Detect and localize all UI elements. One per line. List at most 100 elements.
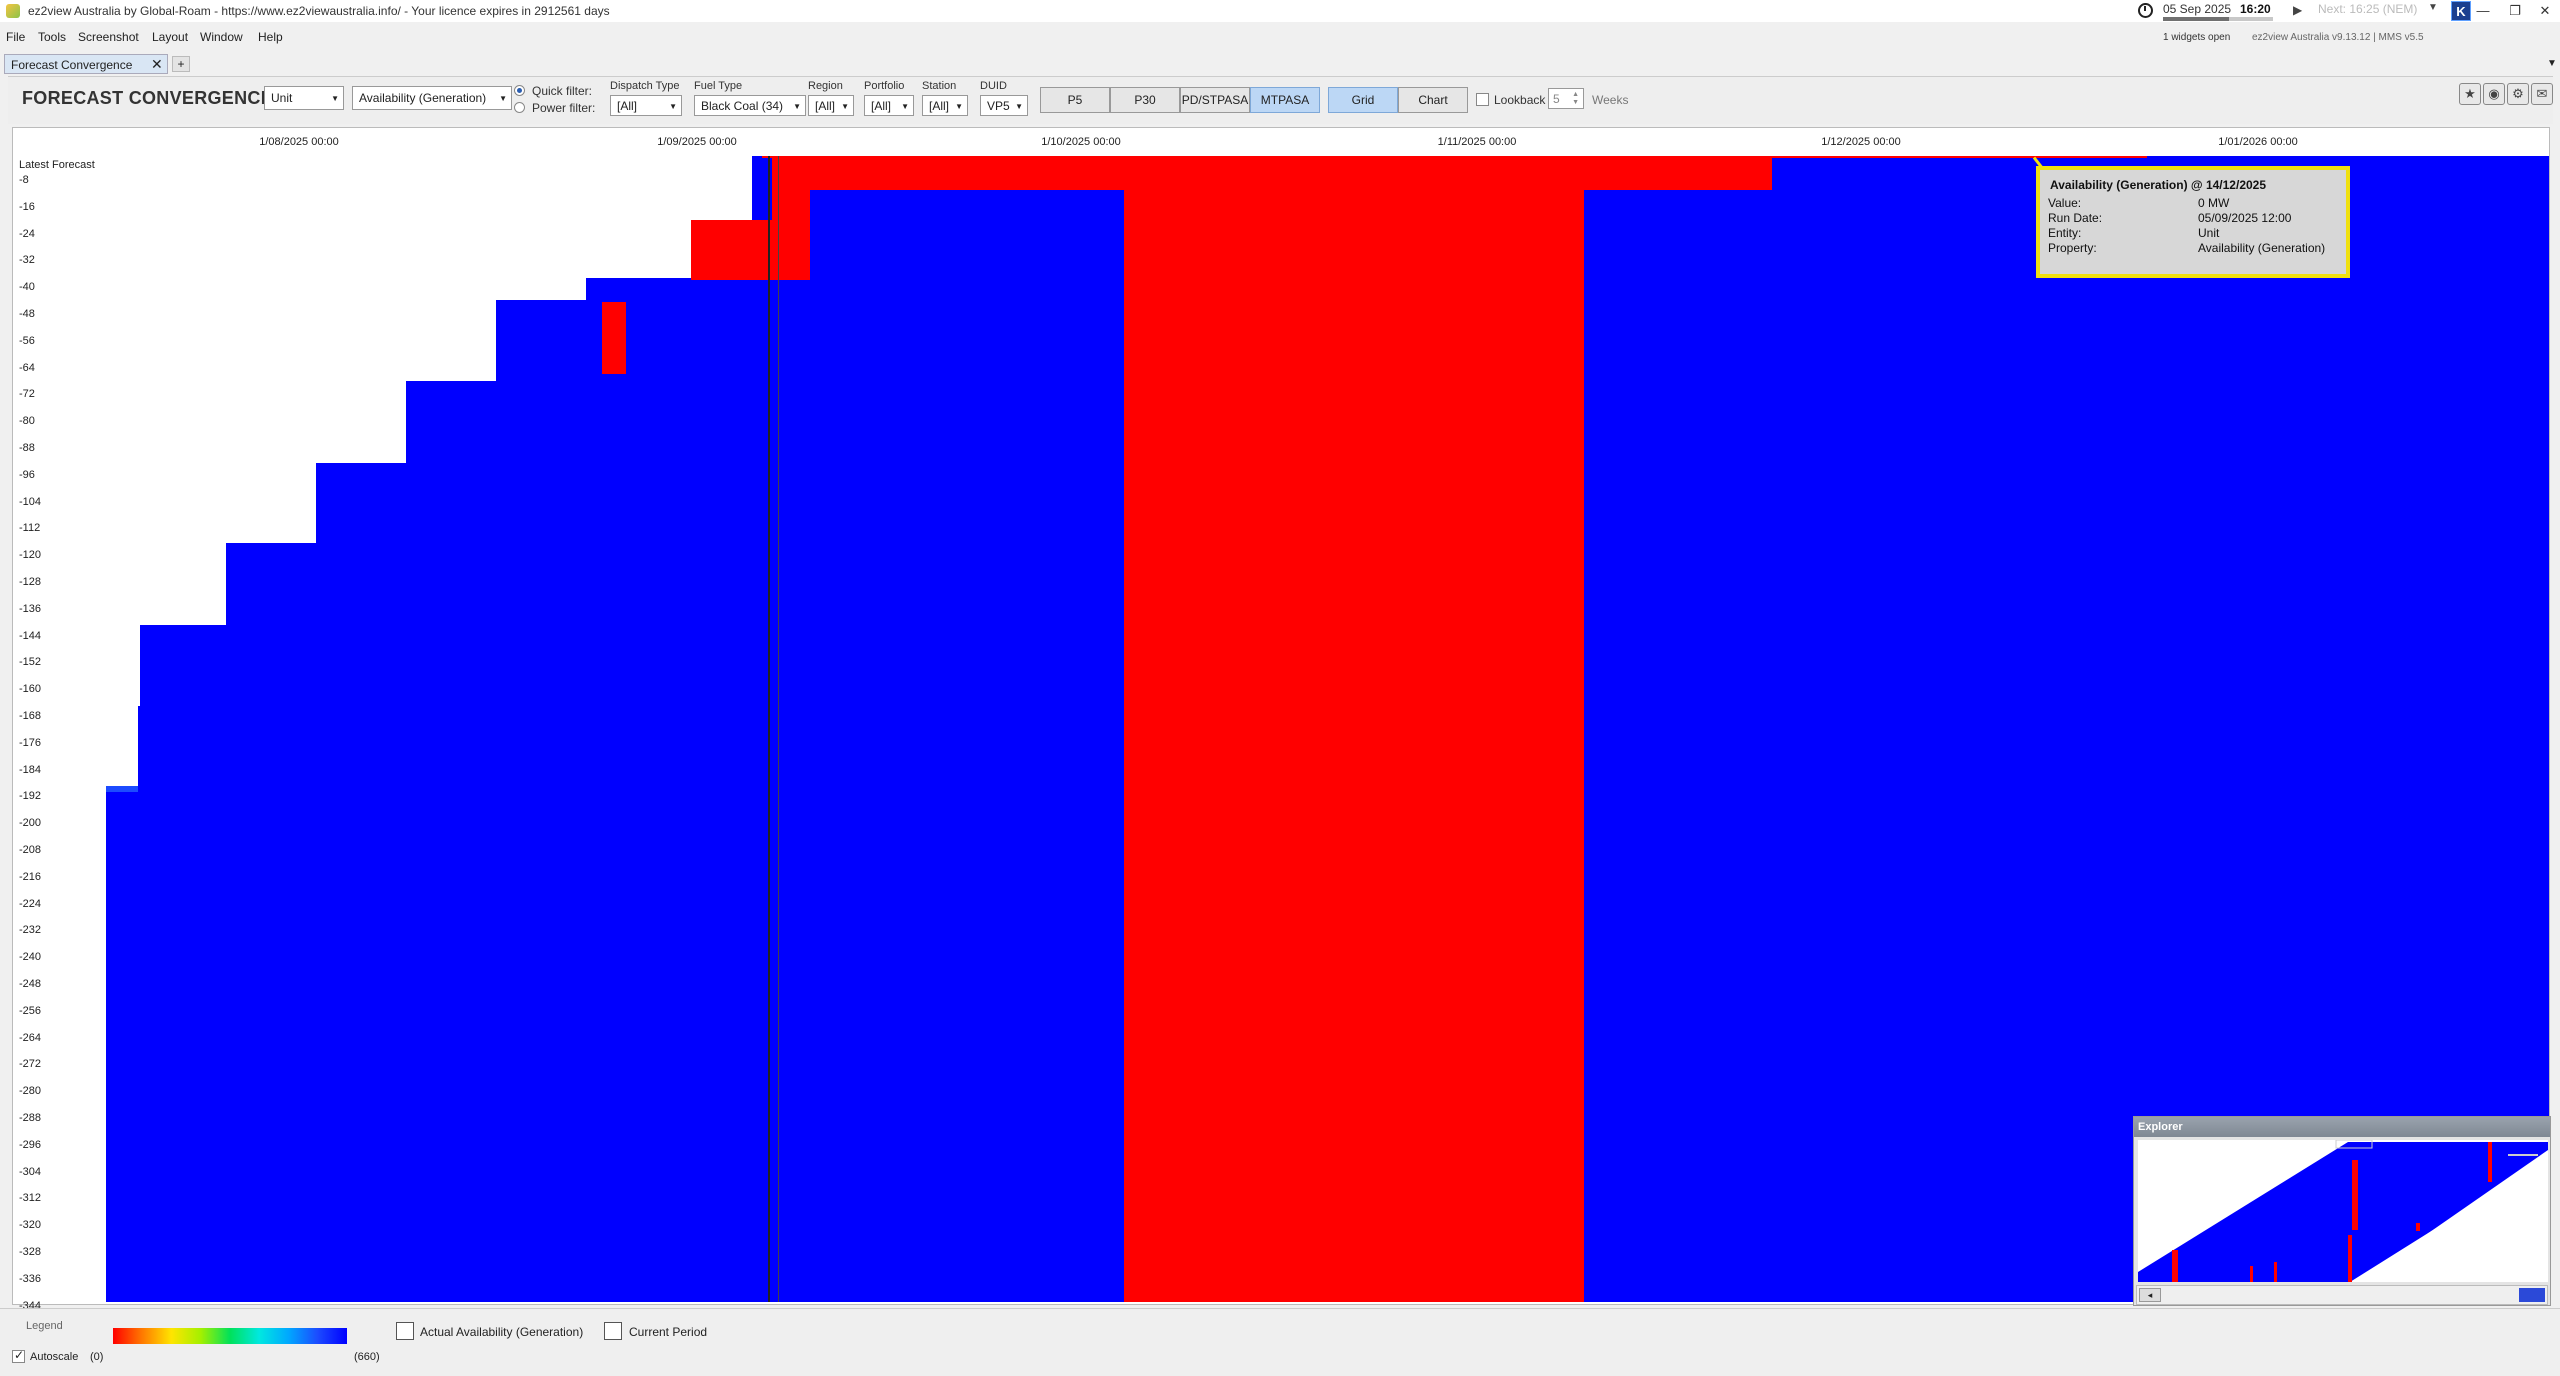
- gear-icon[interactable]: ⚙: [2507, 83, 2529, 105]
- close-window-button[interactable]: ✕: [2532, 1, 2558, 21]
- menu-window[interactable]: Window: [200, 30, 243, 44]
- duid-value: VP5: [987, 99, 1010, 113]
- title-bar: ez2view Australia by Global-Roam - https…: [0, 0, 2560, 22]
- tooltip-key: Value:: [2048, 196, 2082, 210]
- brand-icon[interactable]: K: [2451, 1, 2471, 21]
- current-period-swatch[interactable]: [604, 1322, 622, 1340]
- portfolio-label: Portfolio: [864, 80, 905, 92]
- row-offset-label: -48: [19, 308, 35, 320]
- play-icon[interactable]: ▶: [2293, 3, 2302, 17]
- lookback-checkbox[interactable]: [1476, 93, 1489, 106]
- menu-screenshot[interactable]: Screenshot: [78, 30, 139, 44]
- latest-forecast-label: Latest Forecast: [19, 159, 95, 171]
- heatmap-empty-region: [106, 156, 138, 786]
- tooltip-value: 0 MW: [2198, 196, 2230, 210]
- tab-strip: Forecast Convergence ✕ + ▼: [0, 52, 2560, 74]
- tooltip-key: Property:: [2048, 241, 2097, 255]
- heatmap-cell-unavailable[interactable]: [602, 302, 626, 374]
- quick-filter-label: Quick filter:: [532, 84, 593, 98]
- menu-help[interactable]: Help: [258, 30, 283, 44]
- heatmap-cell-unavailable[interactable]: [1124, 156, 1584, 1302]
- tab-overflow-icon[interactable]: ▼: [2547, 58, 2557, 69]
- autoscale-label: Autoscale: [30, 1351, 79, 1363]
- menu-tools[interactable]: Tools: [38, 30, 66, 44]
- timescale-pdstpasa-button[interactable]: PD/STPASA: [1180, 87, 1250, 113]
- interval-progress-bar: [2163, 17, 2273, 21]
- explorer-minimap[interactable]: [2138, 1139, 2548, 1282]
- close-tab-icon[interactable]: ✕: [151, 56, 163, 73]
- lookback-weeks-input[interactable]: 5 ▲ ▼: [1548, 88, 1584, 109]
- spin-icon[interactable]: ▲ ▼: [1572, 91, 1579, 107]
- star-icon[interactable]: ★: [2459, 83, 2481, 105]
- scrollbar-thumb[interactable]: [2519, 1288, 2545, 1302]
- row-offset-label: -176: [19, 736, 42, 749]
- region-dropdown[interactable]: [All] ▼: [808, 95, 854, 116]
- row-offset-label: -192: [19, 790, 42, 803]
- window-title: ez2view Australia by Global-Roam - https…: [28, 4, 610, 18]
- row-offset-label: -184: [19, 763, 42, 776]
- timescale-p5-button[interactable]: P5: [1040, 87, 1110, 113]
- row-offset-label: -288: [19, 1112, 42, 1124]
- property-dropdown[interactable]: Availability (Generation) ▼: [352, 86, 512, 110]
- timescale-mtpasa-button[interactable]: MTPASA: [1250, 87, 1320, 113]
- lookback-weeks-value: 5: [1553, 92, 1560, 106]
- station-label: Station: [922, 80, 957, 92]
- view-grid-button[interactable]: Grid: [1328, 87, 1398, 113]
- fuel-type-dropdown[interactable]: Black Coal (34) ▼: [694, 95, 806, 116]
- row-offset-label: -32: [19, 254, 35, 267]
- scale-max-label: (660): [354, 1351, 380, 1363]
- hover-tooltip: Availability (Generation) @ 14/12/2025 V…: [2036, 166, 2350, 278]
- autoscale-checkbox[interactable]: ✓: [12, 1348, 25, 1363]
- row-offset-label: -280: [19, 1085, 42, 1098]
- scroll-left-icon[interactable]: ◂: [2139, 1288, 2161, 1302]
- station-dropdown[interactable]: [All] ▼: [922, 95, 968, 116]
- menu-file[interactable]: File: [6, 30, 25, 44]
- clock-icon[interactable]: [2138, 3, 2153, 18]
- add-tab-button[interactable]: +: [172, 56, 190, 72]
- power-filter-label: Power filter:: [532, 101, 596, 115]
- tooltip-value: Availability (Generation): [2198, 241, 2326, 255]
- heatmap-cell-available[interactable]: [106, 786, 138, 792]
- actual-availability-swatch[interactable]: [396, 1322, 414, 1340]
- power-filter-radio[interactable]: [514, 102, 525, 113]
- row-offset-label: -112: [19, 522, 41, 535]
- quick-filter-radio[interactable]: [514, 85, 525, 96]
- row-offset-label: -144: [19, 629, 42, 642]
- menu-layout[interactable]: Layout: [152, 30, 188, 44]
- row-offset-label: -208: [19, 844, 42, 856]
- portfolio-value: [All]: [871, 99, 892, 113]
- chevron-down-icon[interactable]: ▼: [2428, 2, 2438, 13]
- explorer-panel[interactable]: Explorer ◂: [2133, 1116, 2551, 1306]
- timescale-p30-button[interactable]: P30: [1110, 87, 1180, 113]
- entity-type-dropdown[interactable]: Unit ▼: [264, 86, 344, 110]
- run-offset-axis: Latest Forecast -8 -16 -24 -32 -40 -48 -56 -64 -…: [13, 156, 107, 1312]
- view-chart-button[interactable]: Chart: [1398, 87, 1468, 113]
- station-value: [All]: [929, 99, 950, 113]
- row-offset-label: -72: [19, 388, 35, 401]
- date-axis-label: 1/09/2025 00:00: [657, 136, 737, 148]
- comment-icon[interactable]: ✉: [2531, 83, 2553, 105]
- dispatch-type-dropdown[interactable]: [All] ▼: [610, 95, 682, 116]
- camera-icon[interactable]: ◉: [2483, 83, 2505, 105]
- row-offset-label: -304: [19, 1165, 42, 1178]
- explorer-scrollbar[interactable]: ◂: [2136, 1285, 2548, 1305]
- chevron-down-icon: ▼: [1015, 102, 1023, 111]
- minimize-button[interactable]: —: [2470, 1, 2496, 21]
- row-offset-label: -264: [19, 1031, 42, 1044]
- row-offset-label: -296: [19, 1138, 42, 1151]
- chevron-down-icon: ▼: [955, 102, 963, 111]
- chevron-down-icon: ▼: [669, 102, 677, 111]
- tab-forecast-convergence[interactable]: Forecast Convergence ✕: [4, 54, 168, 74]
- date-axis-label: 1/12/2025 00:00: [1821, 136, 1901, 148]
- actual-availability-label: Actual Availability (Generation): [420, 1325, 584, 1339]
- duid-dropdown[interactable]: VP5 ▼: [980, 95, 1028, 116]
- minimap-graphic: [2138, 1139, 2548, 1282]
- restore-button[interactable]: ❐: [2502, 1, 2528, 21]
- date-axis-label: 1/11/2025 00:00: [1437, 136, 1517, 148]
- chevron-down-icon: ▼: [331, 94, 339, 103]
- tooltip-value: Unit: [2198, 226, 2220, 240]
- row-offset-label: -96: [19, 468, 35, 481]
- color-scale-gradient: [113, 1328, 347, 1344]
- date-axis-label: 1/01/2026 00:00: [2218, 136, 2298, 148]
- portfolio-dropdown[interactable]: [All] ▼: [864, 95, 914, 116]
